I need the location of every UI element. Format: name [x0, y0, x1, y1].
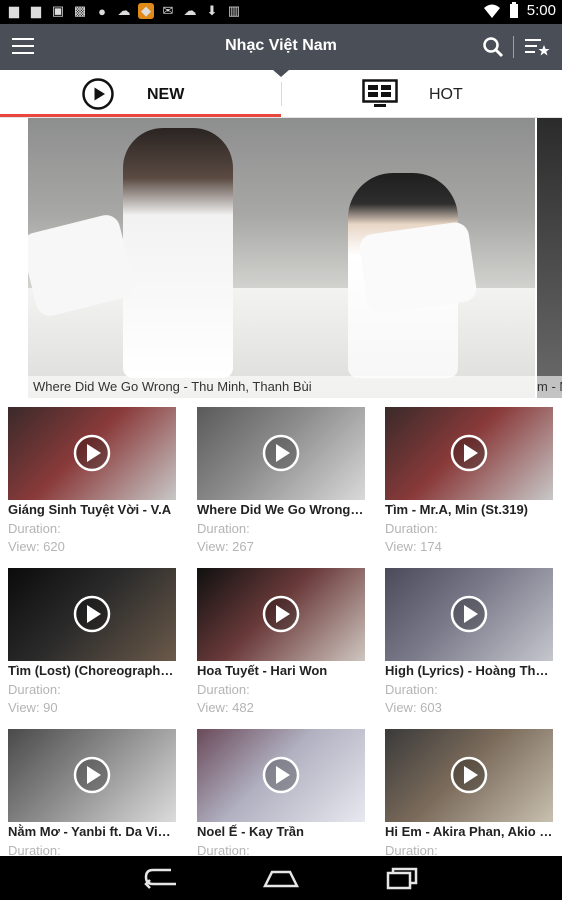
tab-hot-label: HOT [429, 86, 463, 103]
tab-selected-indicator [0, 114, 281, 117]
home-icon[interactable] [263, 866, 299, 890]
video-thumbnail[interactable] [385, 729, 553, 822]
video-title: Hi Em - Akira Phan, Akio Lee [385, 824, 553, 839]
barcode-icon: ▥ [227, 3, 241, 18]
video-thumbnail[interactable] [385, 407, 553, 500]
video-duration: Duration: [8, 521, 61, 536]
clock: 5:00 [526, 2, 556, 19]
photo-icon: ▩ [73, 3, 87, 18]
video-title: Tìm (Lost) (Choreography) - Min [8, 663, 176, 678]
download-icon: ⬇ [206, 3, 218, 18]
play-icon[interactable] [262, 434, 300, 472]
battery-icon [509, 2, 518, 18]
app-bar-caret [273, 70, 289, 77]
video-card[interactable]: Hoa Tuyết - Hari Won Duration: View: 482 [197, 568, 365, 718]
video-card[interactable]: Where Did We Go Wrong - Thu Minh Duration… [197, 407, 365, 557]
video-views: View: 482 [197, 700, 254, 715]
cloud-icon: ☁ [117, 3, 131, 18]
video-card[interactable]: High (Lyrics) - Hoàng Thùy Linh Duration:… [385, 568, 553, 718]
video-views: View: 267 [197, 539, 254, 554]
play-icon[interactable] [73, 434, 111, 472]
play-icon[interactable] [450, 595, 488, 633]
video-thumbnail[interactable] [197, 729, 365, 822]
play-icon[interactable] [262, 595, 300, 633]
video-duration: Duration: [197, 682, 250, 697]
tv-icon [362, 79, 398, 107]
play-icon[interactable] [450, 756, 488, 794]
video-title: Giáng Sinh Tuyệt Vời - V.A [8, 502, 172, 517]
video-card[interactable]: Tìm (Lost) (Choreography) - Min Duration:… [8, 568, 176, 718]
tab-new-label: NEW [147, 86, 185, 103]
game-icon: ◆ [138, 3, 154, 19]
video-title: Nằm Mơ - Yanbi ft. Da Vickie [8, 824, 176, 839]
video-duration: Duration: [197, 521, 250, 536]
video-thumbnail[interactable] [8, 407, 176, 500]
video-thumbnail[interactable] [197, 568, 365, 661]
recent-apps-icon[interactable] [384, 866, 420, 890]
next-banner-caption: m - M [537, 376, 562, 398]
video-thumbnail[interactable] [8, 729, 176, 822]
video-duration: Duration: [8, 682, 61, 697]
tab-hot[interactable]: HOT [281, 70, 562, 116]
play-icon[interactable] [450, 434, 488, 472]
chat-icon: ▆ [9, 3, 19, 18]
play-icon[interactable] [262, 756, 300, 794]
video-thumbnail[interactable] [385, 568, 553, 661]
app-title: Nhạc Việt Nam [225, 37, 337, 54]
play-icon[interactable] [73, 756, 111, 794]
video-card[interactable]: Giáng Sinh Tuyệt Vời - V.A Duration: View:… [8, 407, 176, 557]
banner-pillow-right [357, 220, 479, 316]
featured-banner[interactable]: Where Did We Go Wrong - Thu Minh, Thanh … [28, 118, 535, 398]
app-bar: Nhạc Việt Nam [0, 24, 562, 70]
system-nav-bar [0, 856, 562, 900]
video-duration: Duration: [385, 682, 438, 697]
notification-icons: ▆ ▆ ▣ ▩ ● ☁ ◆ ✉ ☁ ⬇ ▥ [6, 3, 242, 19]
status-bar: ▆ ▆ ▣ ▩ ● ☁ ◆ ✉ ☁ ⬇ ▥ 5:00 [0, 0, 562, 24]
image-icon: ▣ [51, 3, 65, 18]
video-views: View: 90 [8, 700, 58, 715]
video-views: View: 620 [8, 539, 65, 554]
video-card[interactable]: Tìm - Mr.A, Min (St.319) Duration: View: 1… [385, 407, 553, 557]
chat-icon: ▆ [31, 3, 41, 18]
video-title: Tìm - Mr.A, Min (St.319) [385, 502, 529, 517]
play-circle-icon [82, 78, 114, 110]
video-views: View: 603 [385, 700, 442, 715]
video-thumbnail[interactable] [197, 407, 365, 500]
video-title: High (Lyrics) - Hoàng Thùy Linh [385, 663, 553, 678]
next-banner-peek[interactable]: m - M [537, 118, 562, 398]
tab-new[interactable]: NEW [0, 70, 281, 117]
wifi-icon [483, 4, 500, 18]
search-icon[interactable] [482, 36, 504, 58]
video-title: Where Did We Go Wrong - Thu Minh [197, 502, 365, 517]
banner-caption: Where Did We Go Wrong - Thu Minh, Thanh … [28, 376, 535, 398]
message-icon: ● [98, 3, 106, 19]
toolbar-divider [513, 36, 514, 58]
mail-icon: ✉ [162, 3, 174, 18]
video-title: Noel Ế - Kay Trần [197, 824, 304, 839]
tab-bar: NEW HOT [0, 70, 562, 118]
video-title: Hoa Tuyết - Hari Won [197, 663, 328, 678]
video-duration: Duration: [385, 521, 438, 536]
favorites-list-icon[interactable] [524, 36, 550, 58]
banner-gutter [0, 118, 26, 398]
cloud-icon: ☁ [183, 3, 197, 18]
video-views: View: 174 [385, 539, 442, 554]
play-icon[interactable] [73, 595, 111, 633]
back-icon[interactable] [143, 866, 179, 890]
video-thumbnail[interactable] [8, 568, 176, 661]
banner-figure-left [123, 128, 233, 378]
